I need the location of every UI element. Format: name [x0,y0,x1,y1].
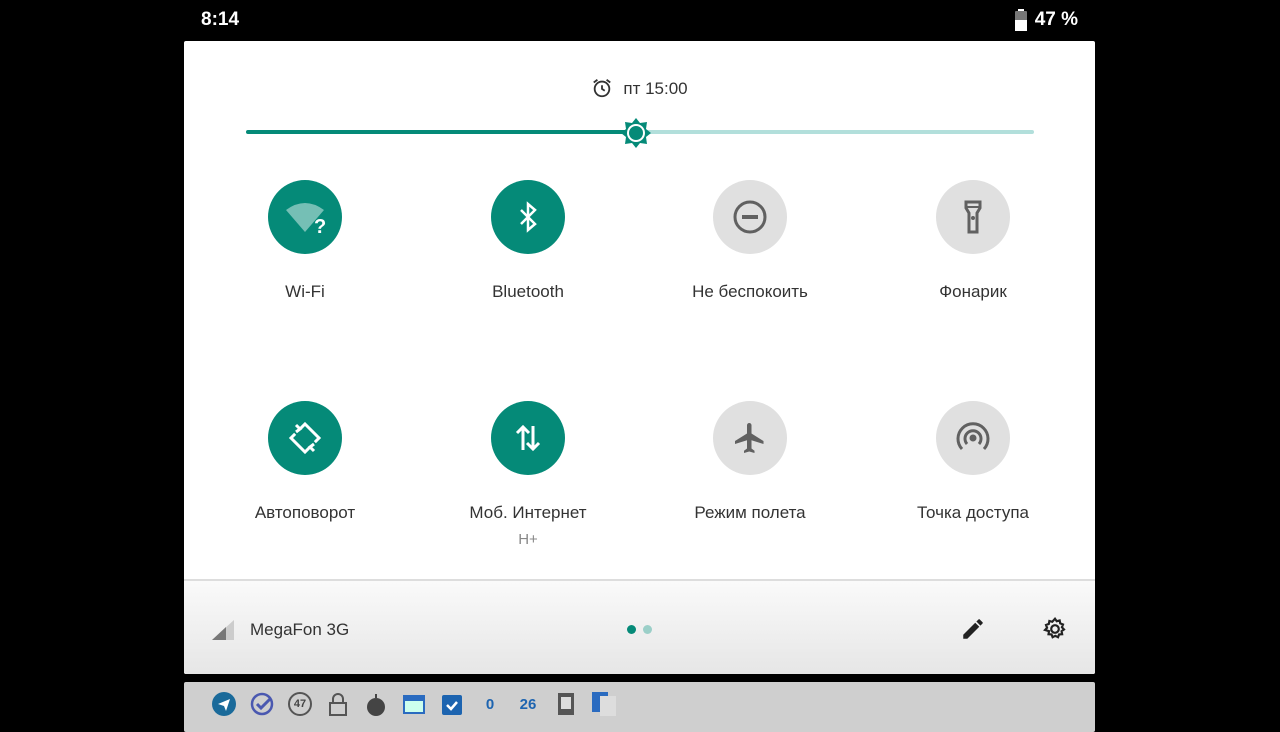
count-badge-icon: 47 [288,692,312,716]
tile-label: Моб. Интернет [469,503,587,522]
brightness-slider-track[interactable] [636,130,1034,134]
flashlight-icon [964,200,982,234]
airplane-icon [735,423,764,453]
brightness-thumb-icon[interactable] [620,117,652,149]
telegram-icon [212,692,236,716]
next-alarm[interactable]: пт 15:00 [184,77,1095,99]
carrier-name: MegaFon 3G [250,620,350,639]
page-indicator-active[interactable] [627,625,636,634]
tile-do-not-disturb[interactable]: Не беспокоить [650,180,850,302]
tile-wifi[interactable]: ? Wi-Fi [205,180,405,302]
auto-rotate-icon [288,421,322,455]
edit-button[interactable] [957,613,989,645]
alarm-text: пт 15:00 [623,79,688,98]
mobile-data-icon [515,424,541,452]
notification-icons-tray: 47 0 26 [184,682,1095,732]
do-not-disturb-icon [733,200,767,234]
tasks-check-icon [250,692,274,716]
svg-text:?: ? [314,216,326,234]
alarm-icon [593,79,612,98]
tile-label: Точка доступа [917,503,1029,522]
tile-label: Bluetooth [492,282,564,301]
quick-settings-panel: пт 15:00 ? Wi-Fi Bluetooth Не беспокоить… [184,41,1095,674]
clock: 8:14 [201,9,240,30]
signal-icon [212,620,234,640]
tile-label: Фонарик [939,282,1007,301]
clipboard-check-icon [440,692,464,716]
calendar-icon [402,692,426,716]
tile-hotspot[interactable]: Точка доступа [873,401,1073,523]
tile-mobile-data[interactable]: Моб. Интернет H+ [428,401,628,548]
settings-button[interactable] [1039,613,1071,645]
battery-percent: 47 % [1034,9,1078,30]
tile-label: Не беспокоить [692,282,808,301]
tile-flashlight[interactable]: Фонарик [873,180,1073,302]
battery-status: 47 % [1014,9,1078,31]
battery-icon [1014,9,1027,31]
kindle-icon [554,692,578,716]
tile-sublabel: H+ [518,531,538,548]
brightness-slider-fill[interactable] [246,130,636,134]
gear-icon [1043,616,1066,639]
lock-icon [326,692,350,716]
tile-bluetooth[interactable]: Bluetooth [428,180,628,302]
tile-auto-rotate[interactable]: Автоповорот [205,401,405,523]
quick-settings-footer: MegaFon 3G [184,579,1095,674]
traffic-counter-up: 26 [519,695,537,713]
traffic-counter-down: 0 [485,695,495,713]
bluetooth-icon [520,201,537,233]
bomb-icon [364,692,388,716]
carrier-info: MegaFon 3G [212,619,349,641]
pencil-icon [963,619,983,639]
translate-icon [592,692,616,716]
tile-label: Режим полета [694,503,806,522]
page-indicator[interactable] [643,625,652,634]
tile-label: Автоповорот [254,503,356,522]
hotspot-icon [956,422,990,451]
tile-label: Wi-Fi [285,282,325,301]
tile-airplane-mode[interactable]: Режим полета [650,401,850,523]
wifi-unknown-icon: ? [286,203,326,234]
